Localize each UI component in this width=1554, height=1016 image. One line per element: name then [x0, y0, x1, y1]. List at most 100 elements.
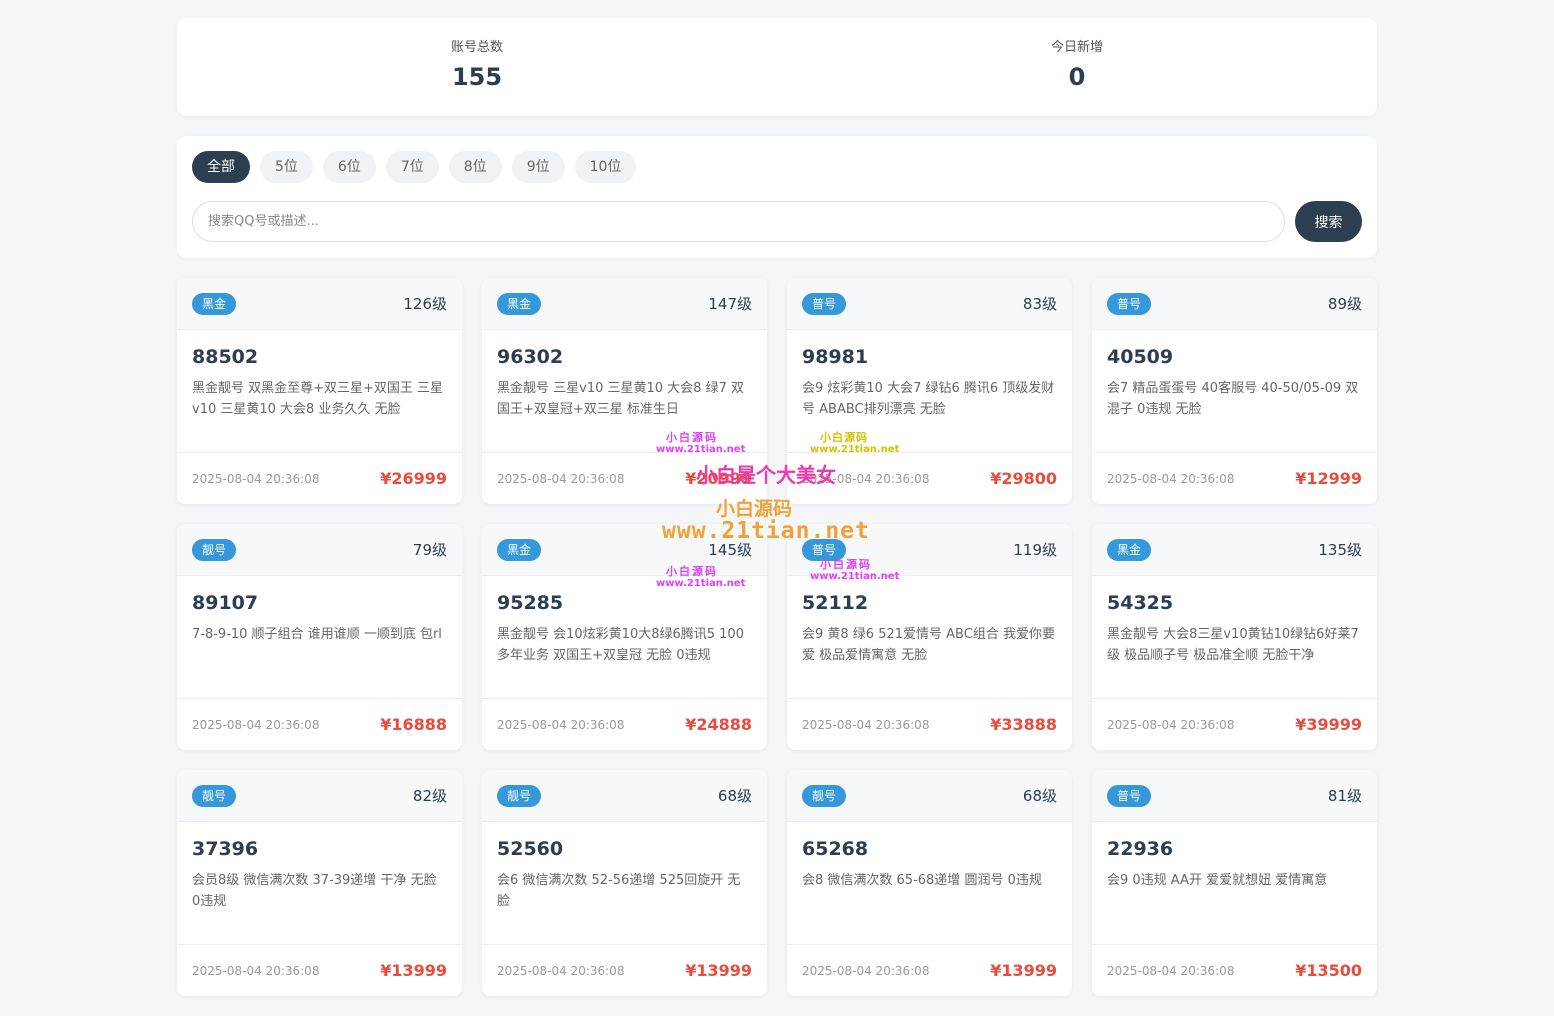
search-row: 搜索 [192, 201, 1362, 242]
card-header: 黑金 147级 [482, 278, 767, 330]
qq-number: 40509 [1107, 346, 1174, 368]
account-price: ¥13999 [990, 961, 1057, 980]
account-card[interactable]: 黑金 135级 54325 黑金靓号 大会8三星v10黄钻10绿钻6好莱7级 极… [1092, 524, 1377, 750]
account-type-badge: 普号 [1107, 784, 1152, 807]
qq-number: 65268 [802, 838, 869, 860]
account-price: ¥12999 [1295, 469, 1362, 488]
account-type-badge: 普号 [802, 538, 847, 561]
qq-number: 52112 [802, 592, 869, 614]
stat-today-value: 0 [1068, 63, 1086, 91]
tab-10[interactable]: 10位 [574, 151, 637, 183]
listing-time: 2025-08-04 20:36:08 [192, 963, 320, 978]
listing-time: 2025-08-04 20:36:08 [1107, 471, 1235, 486]
account-level: 89级 [1327, 295, 1362, 313]
account-level: 68级 [1022, 787, 1057, 805]
account-card[interactable]: 普号 83级 98981 会9 炫彩黄10 大会7 绿钻6 腾讯6 顶级发财号 … [787, 278, 1072, 504]
account-card[interactable]: 黑金 147级 96302 黑金靓号 三星v10 三星黄10 大会8 绿7 双国… [482, 278, 767, 504]
card-footer: 2025-08-04 20:36:08 ¥24888 [482, 698, 767, 750]
account-type-badge: 靓号 [497, 784, 542, 807]
card-header: 靓号 82级 [177, 770, 462, 822]
account-price: ¥13999 [380, 961, 447, 980]
account-price: ¥13500 [1295, 961, 1362, 980]
account-card[interactable]: 普号 89级 40509 会7 精品蛋蛋号 40客服号 40-50/05-09 … [1092, 278, 1377, 504]
account-level: 126级 [403, 295, 447, 313]
qq-number: 89107 [192, 592, 259, 614]
card-header: 普号 119级 [787, 524, 1072, 576]
qq-number: 95285 [497, 592, 564, 614]
account-type-badge: 靓号 [192, 538, 237, 561]
listing-time: 2025-08-04 20:36:08 [802, 717, 930, 732]
account-card[interactable]: 黑金 126级 88502 黑金靓号 双黑金至尊+双三星+双国王 三星v10 三… [177, 278, 462, 504]
card-body: 96302 黑金靓号 三星v10 三星黄10 大会8 绿7 双国王+双皇冠+双三… [482, 330, 767, 452]
card-body: 65268 会8 微信满次数 65-68递增 圆润号 0违规 [787, 822, 1072, 944]
account-description: 黑金靓号 三星v10 三星黄10 大会8 绿7 双国王+双皇冠+双三星 标准生日 [497, 381, 744, 417]
account-price: ¥24888 [685, 715, 752, 734]
account-price: ¥13999 [685, 961, 752, 980]
account-description: 黑金靓号 双黑金至尊+双三星+双国王 三星v10 三星黄10 大会8 业务久久 … [192, 381, 444, 417]
listing-time: 2025-08-04 20:36:08 [192, 471, 320, 486]
account-description: 会9 黄8 绿6 521爱情号 ABC组合 我爱你要爱 极品爱情寓意 无脸 [802, 627, 1055, 663]
account-level: 83级 [1022, 295, 1057, 313]
stat-total-value: 155 [451, 63, 503, 91]
listing-time: 2025-08-04 20:36:08 [802, 963, 930, 978]
card-body: 88502 黑金靓号 双黑金至尊+双三星+双国王 三星v10 三星黄10 大会8… [177, 330, 462, 452]
account-description: 会7 精品蛋蛋号 40客服号 40-50/05-09 双混子 0违规 无脸 [1107, 381, 1359, 417]
account-card[interactable]: 普号 81级 22936 会9 0违规 AA开 爱爱就想妞 爱情寓意 2025-… [1092, 770, 1377, 996]
listing-time: 2025-08-04 20:36:08 [497, 471, 625, 486]
card-header: 普号 89级 [1092, 278, 1377, 330]
search-input[interactable] [192, 201, 1285, 242]
tab-all[interactable]: 全部 [192, 151, 250, 183]
account-type-badge: 黑金 [1107, 538, 1152, 561]
card-body: 52560 会6 微信满次数 52-56递增 525回旋开 无脸 [482, 822, 767, 944]
card-header: 靓号 68级 [787, 770, 1072, 822]
card-header: 普号 83级 [787, 278, 1072, 330]
account-price: ¥16888 [380, 715, 447, 734]
account-card[interactable]: 靓号 68级 52560 会6 微信满次数 52-56递增 525回旋开 无脸 … [482, 770, 767, 996]
search-button[interactable]: 搜索 [1295, 201, 1362, 242]
account-price: ¥39999 [1295, 715, 1362, 734]
stat-today: 今日新增 0 [777, 18, 1377, 116]
listing-time: 2025-08-04 20:36:08 [1107, 717, 1235, 732]
tab-9[interactable]: 9位 [511, 151, 565, 183]
main-container: 账号总数 155 今日新增 0 全部 5位 6位 7位 8位 9位 10位 搜索… [177, 18, 1377, 996]
card-footer: 2025-08-04 20:36:08 ¥13999 [787, 944, 1072, 996]
account-price: ¥33888 [990, 715, 1057, 734]
card-footer: 2025-08-04 20:36:08 ¥29800 [787, 452, 1072, 504]
length-filter-tabs: 全部 5位 6位 7位 8位 9位 10位 [192, 151, 1362, 183]
account-description: 会8 微信满次数 65-68递增 圆润号 0违规 [802, 873, 1042, 888]
tab-6[interactable]: 6位 [322, 151, 376, 183]
card-header: 普号 81级 [1092, 770, 1377, 822]
account-grid: 黑金 126级 88502 黑金靓号 双黑金至尊+双三星+双国王 三星v10 三… [177, 278, 1377, 996]
account-level: 82级 [412, 787, 447, 805]
card-footer: 2025-08-04 20:36:08 ¥13999 [177, 944, 462, 996]
account-card[interactable]: 靓号 79级 89107 7-8-9-10 顺子组合 谁用谁顺 一顺到底 包rl… [177, 524, 462, 750]
filter-panel: 全部 5位 6位 7位 8位 9位 10位 搜索 [177, 136, 1377, 258]
qq-number: 37396 [192, 838, 259, 860]
stat-total: 账号总数 155 [177, 18, 777, 116]
card-footer: 2025-08-04 20:36:08 ¥26999 [177, 452, 462, 504]
account-card[interactable]: 靓号 68级 65268 会8 微信满次数 65-68递增 圆润号 0违规 20… [787, 770, 1072, 996]
tab-7[interactable]: 7位 [385, 151, 439, 183]
account-level: 119级 [1013, 541, 1057, 559]
qq-number: 54325 [1107, 592, 1174, 614]
account-price: ¥26999 [380, 469, 447, 488]
account-description: 黑金靓号 会10炫彩黄10大8绿6腾讯5 100多年业务 双国王+双皇冠 无脸 … [497, 627, 744, 663]
card-header: 黑金 126级 [177, 278, 462, 330]
account-card[interactable]: 靓号 82级 37396 会员8级 微信满次数 37-39递增 干净 无脸 0违… [177, 770, 462, 996]
listing-time: 2025-08-04 20:36:08 [497, 963, 625, 978]
tab-5[interactable]: 5位 [260, 151, 313, 183]
card-footer: 2025-08-04 20:36:08 ¥39999 [1092, 698, 1377, 750]
account-card[interactable]: 黑金 145级 95285 黑金靓号 会10炫彩黄10大8绿6腾讯5 100多年… [482, 524, 767, 750]
qq-number: 52560 [497, 838, 564, 860]
card-body: 37396 会员8级 微信满次数 37-39递增 干净 无脸 0违规 [177, 822, 462, 944]
tab-8[interactable]: 8位 [448, 151, 502, 183]
account-description: 会9 0违规 AA开 爱爱就想妞 爱情寓意 [1107, 873, 1328, 888]
account-description: 黑金靓号 大会8三星v10黄钻10绿钻6好莱7级 极品顺子号 极品准全顺 无脸干… [1107, 627, 1359, 663]
account-level: 145级 [708, 541, 752, 559]
qq-number: 22936 [1107, 838, 1174, 860]
card-footer: 2025-08-04 20:36:08 ¥16888 [177, 698, 462, 750]
account-card[interactable]: 普号 119级 52112 会9 黄8 绿6 521爱情号 ABC组合 我爱你要… [787, 524, 1072, 750]
qq-number: 96302 [497, 346, 564, 368]
account-level: 135级 [1318, 541, 1362, 559]
account-level: 68级 [717, 787, 752, 805]
